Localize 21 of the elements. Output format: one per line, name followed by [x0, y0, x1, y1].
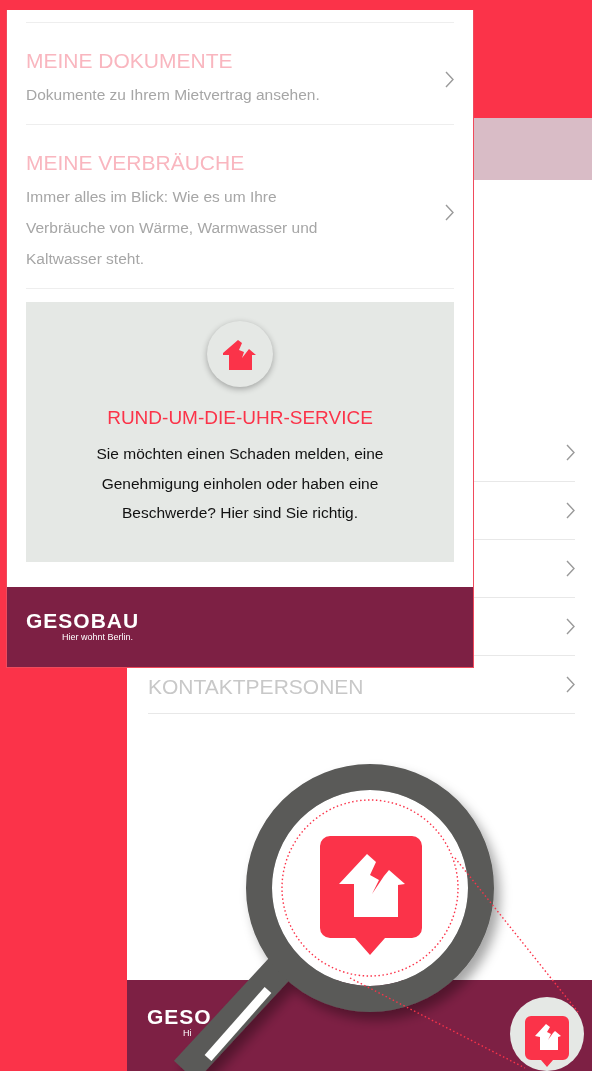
service-button[interactable] [510, 997, 584, 1071]
house-crack-icon [320, 836, 422, 955]
menu-item-description: Dokumente zu Ihrem Mietvertrag ansehen. [26, 85, 320, 105]
chevron-right-icon [566, 502, 575, 519]
service-title: RUND-UM-DIE-UHR-SERVICE [107, 407, 373, 429]
menu-item-title[interactable]: MEINE VERBRÄUCHE [26, 151, 336, 175]
logo-text: GESO [147, 1006, 212, 1028]
chevron-right-icon [445, 204, 454, 221]
menu-item-title[interactable]: MEINE DOKUMENTE [26, 49, 320, 73]
service-card[interactable]: RUND-UM-DIE-UHR-SERVICE Sie möchten einen Schaden melden, eine Genehmigung einholen oder haben eine Beschwerde? Hier sind Sie richtig. [26, 302, 454, 562]
logo-tagline: Hier wohnt Berlin. [62, 632, 134, 642]
logo-tagline: Hi [183, 1028, 192, 1038]
chevron-right-icon [445, 71, 454, 88]
chevron-right-icon [566, 444, 575, 461]
chevron-right-icon [566, 676, 575, 693]
logo-text: GESOBAU [26, 610, 140, 632]
service-text: Sie möchten einen Schaden melden, eine Genehmigung einholen oder haben eine Beschwerde? Hier sind Sie richtig. [95, 444, 385, 523]
house-crack-icon [525, 1016, 569, 1067]
menu-item-description: Immer alles im Blick: Wie es um Ihre Verbräuche von Wärme, Warmwasser und Kaltwasser steht. [26, 187, 319, 269]
chevron-right-icon [566, 560, 575, 577]
chevron-right-icon [566, 618, 575, 635]
